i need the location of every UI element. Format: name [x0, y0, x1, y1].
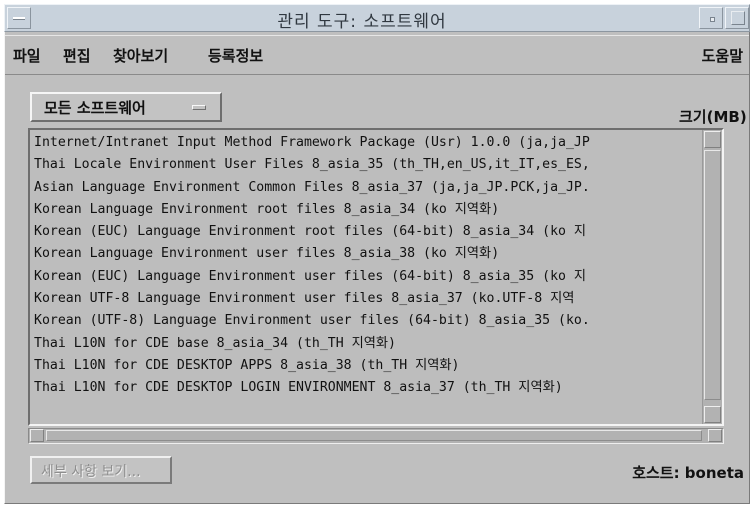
- maximize-button[interactable]: [725, 7, 749, 29]
- horizontal-scroll-thumb[interactable]: [46, 430, 702, 441]
- software-list[interactable]: Internet/Intranet Input Method Framework…: [28, 128, 724, 426]
- minimize-icon: [710, 17, 715, 22]
- list-item[interactable]: Thai L10N for CDE base 8_asia_34 (th_TH …: [32, 333, 702, 355]
- menu-properties[interactable]: 등록정보: [208, 45, 263, 66]
- software-filter-label: 모든 소프트웨어: [44, 99, 146, 117]
- list-item[interactable]: Internet/Intranet Input Method Framework…: [32, 132, 702, 154]
- scroll-up-arrow-icon[interactable]: [704, 131, 721, 148]
- list-item[interactable]: Korean (EUC) Language Environment user f…: [32, 266, 702, 288]
- size-column-header: 크기(MB): [679, 108, 747, 126]
- window-title: 관리 도구: 소프트웨어: [277, 12, 447, 32]
- list-item[interactable]: Thai L10N for CDE DESKTOP APPS 8_asia_38…: [32, 355, 702, 377]
- list-item[interactable]: Korean UTF-8 Language Environment user f…: [32, 288, 702, 310]
- minimize-button[interactable]: [699, 7, 723, 29]
- option-menu-indicator-icon: [192, 105, 206, 110]
- software-list-rows: Internet/Intranet Input Method Framework…: [32, 132, 702, 400]
- host-label: 호스트: boneta: [632, 464, 744, 482]
- menu-edit[interactable]: 편집: [63, 45, 91, 66]
- scroll-left-arrow-icon[interactable]: [30, 429, 44, 442]
- view-details-label: 세부 사항 보기...: [41, 464, 141, 480]
- scroll-down-arrow-icon[interactable]: [704, 406, 721, 423]
- menu-bar: 파일 편집 찾아보기 등록정보 도움말: [5, 35, 749, 75]
- window-menu-button[interactable]: [7, 7, 31, 29]
- list-item[interactable]: Korean Language Environment user files 8…: [32, 243, 702, 265]
- window-menu-icon: [13, 17, 25, 20]
- list-item[interactable]: Korean Language Environment root files 8…: [32, 199, 702, 221]
- vertical-scrollbar[interactable]: [702, 130, 722, 424]
- scroll-right-arrow-icon[interactable]: [708, 429, 722, 442]
- list-item[interactable]: Korean (UTF-8) Language Environment user…: [32, 310, 702, 332]
- menu-help[interactable]: 도움말: [702, 45, 743, 66]
- list-item[interactable]: Thai Locale Environment User Files 8_asi…: [32, 154, 702, 176]
- view-details-button[interactable]: 세부 사항 보기...: [30, 456, 172, 484]
- vertical-scroll-thumb[interactable]: [704, 150, 721, 400]
- maximize-icon: [731, 11, 745, 25]
- horizontal-scrollbar[interactable]: [28, 428, 724, 444]
- software-filter-dropdown[interactable]: 모든 소프트웨어: [30, 92, 222, 122]
- list-item[interactable]: Korean (EUC) Language Environment root f…: [32, 221, 702, 243]
- list-item[interactable]: Asian Language Environment Common Files …: [32, 177, 702, 199]
- menu-browse[interactable]: 찾아보기: [113, 45, 168, 66]
- menu-file[interactable]: 파일: [13, 45, 41, 66]
- list-item[interactable]: Thai L10N for CDE DESKTOP LOGIN ENVIRONM…: [32, 377, 702, 399]
- title-bar[interactable]: 관리 도구: 소프트웨어: [4, 4, 750, 32]
